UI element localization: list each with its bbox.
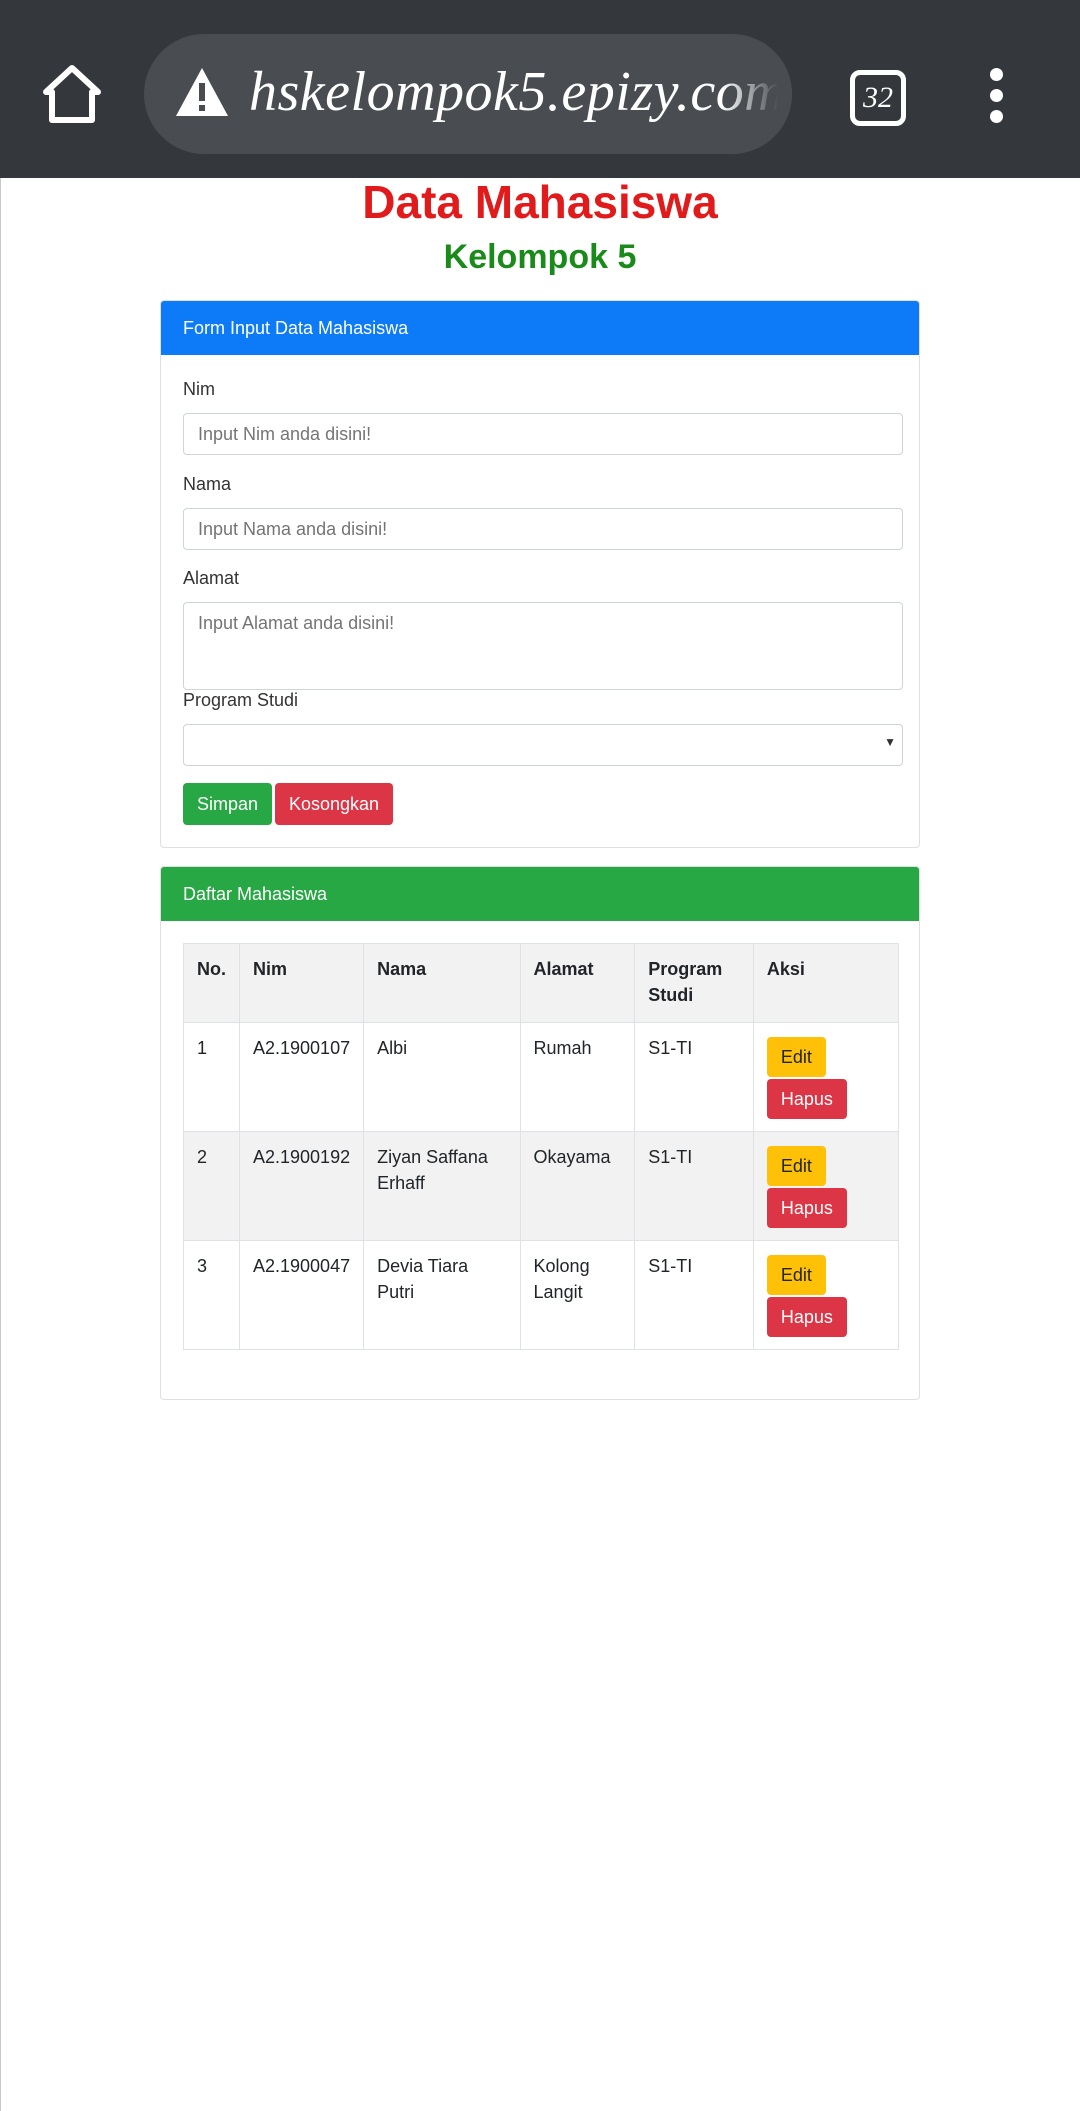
hapus-button[interactable]: Hapus [766, 1297, 847, 1337]
column-header: Nama [363, 943, 521, 1023]
column-header: No. [183, 943, 240, 1023]
address-bar[interactable]: hskelompok5.epizy.com [144, 34, 792, 154]
cell-nim: A2.1900047 [238, 1240, 365, 1350]
cell-prodi: S1-TI [634, 1240, 754, 1350]
column-header: Nim [238, 943, 365, 1023]
table-row: 1 A2.1900107 Albi Rumah S1-TI Edit Hapus [183, 1022, 900, 1132]
url-text: hskelompok5.epizy.com [249, 61, 786, 123]
edit-button[interactable]: Edit [766, 1146, 826, 1186]
alamat-label: Alamat [183, 568, 240, 588]
cell-alamat: Okayama [519, 1131, 636, 1241]
cell-nim: A2.1900107 [238, 1022, 365, 1132]
tab-switcher-button[interactable]: 32 [850, 70, 906, 126]
dropdown-caret-icon: ▼ [884, 735, 896, 749]
form-card: Form Input Data Mahasiswa Nim Nama Alama… [160, 300, 920, 848]
cell-aksi: Edit Hapus [752, 1240, 900, 1350]
simpan-button[interactable]: Simpan [183, 783, 273, 825]
url-fade [722, 34, 792, 154]
nama-input[interactable] [183, 508, 903, 550]
cell-nama: Devia Tiara Putri [363, 1240, 521, 1350]
table-row: 3 A2.1900047 Devia Tiara Putri Kolong La… [183, 1240, 900, 1350]
nim-input[interactable] [183, 413, 903, 455]
list-card-header: Daftar Mahasiswa [161, 867, 919, 921]
table-header-row: No. Nim Nama Alamat Program Studi Aksi [183, 943, 900, 1023]
cell-no: 1 [183, 1022, 240, 1132]
hapus-button[interactable]: Hapus [766, 1188, 847, 1228]
edit-button[interactable]: Edit [766, 1255, 826, 1295]
table-row: 2 A2.1900192 Ziyan Saffana Erhaff Okayam… [183, 1131, 900, 1241]
nim-label: Nim [183, 379, 215, 399]
column-header: Aksi [752, 943, 900, 1023]
form-card-header: Form Input Data Mahasiswa [161, 301, 919, 355]
edit-button[interactable]: Edit [766, 1037, 826, 1077]
column-header: Program Studi [634, 943, 754, 1023]
column-header: Alamat [519, 943, 636, 1023]
cell-aksi: Edit Hapus [752, 1131, 900, 1241]
cell-prodi: S1-TI [634, 1022, 754, 1132]
cell-no: 2 [183, 1131, 240, 1241]
list-card: Daftar Mahasiswa No. Nim Nama Alamat Pro… [160, 866, 920, 1400]
page-subtitle: Kelompok 5 [443, 238, 637, 276]
nama-label: Nama [183, 474, 232, 494]
mahasiswa-table: No. Nim Nama Alamat Program Studi Aksi 1… [183, 943, 900, 1350]
cell-alamat: Kolong Langit [519, 1240, 636, 1350]
cell-aksi: Edit Hapus [752, 1022, 900, 1132]
warning-icon[interactable] [174, 66, 230, 118]
cell-nama: Albi [363, 1022, 521, 1132]
program-studi-label: Program Studi [183, 690, 299, 710]
browser-toolbar: hskelompok5.epizy.com 32 [0, 0, 1080, 178]
alamat-textarea[interactable] [183, 602, 903, 690]
cell-nama: Ziyan Saffana Erhaff [363, 1131, 521, 1241]
program-studi-select[interactable]: ▼ [183, 724, 903, 766]
hapus-button[interactable]: Hapus [766, 1079, 847, 1119]
cell-alamat: Rumah [519, 1022, 636, 1132]
page-left-border [0, 178, 1, 2111]
home-icon[interactable] [40, 62, 104, 126]
cell-nim: A2.1900192 [238, 1131, 365, 1241]
cell-prodi: S1-TI [634, 1131, 754, 1241]
cell-no: 3 [183, 1240, 240, 1350]
more-vert-icon[interactable] [984, 68, 1008, 124]
page-title: Data Mahasiswa [362, 176, 718, 228]
kosongkan-button[interactable]: Kosongkan [275, 783, 394, 825]
